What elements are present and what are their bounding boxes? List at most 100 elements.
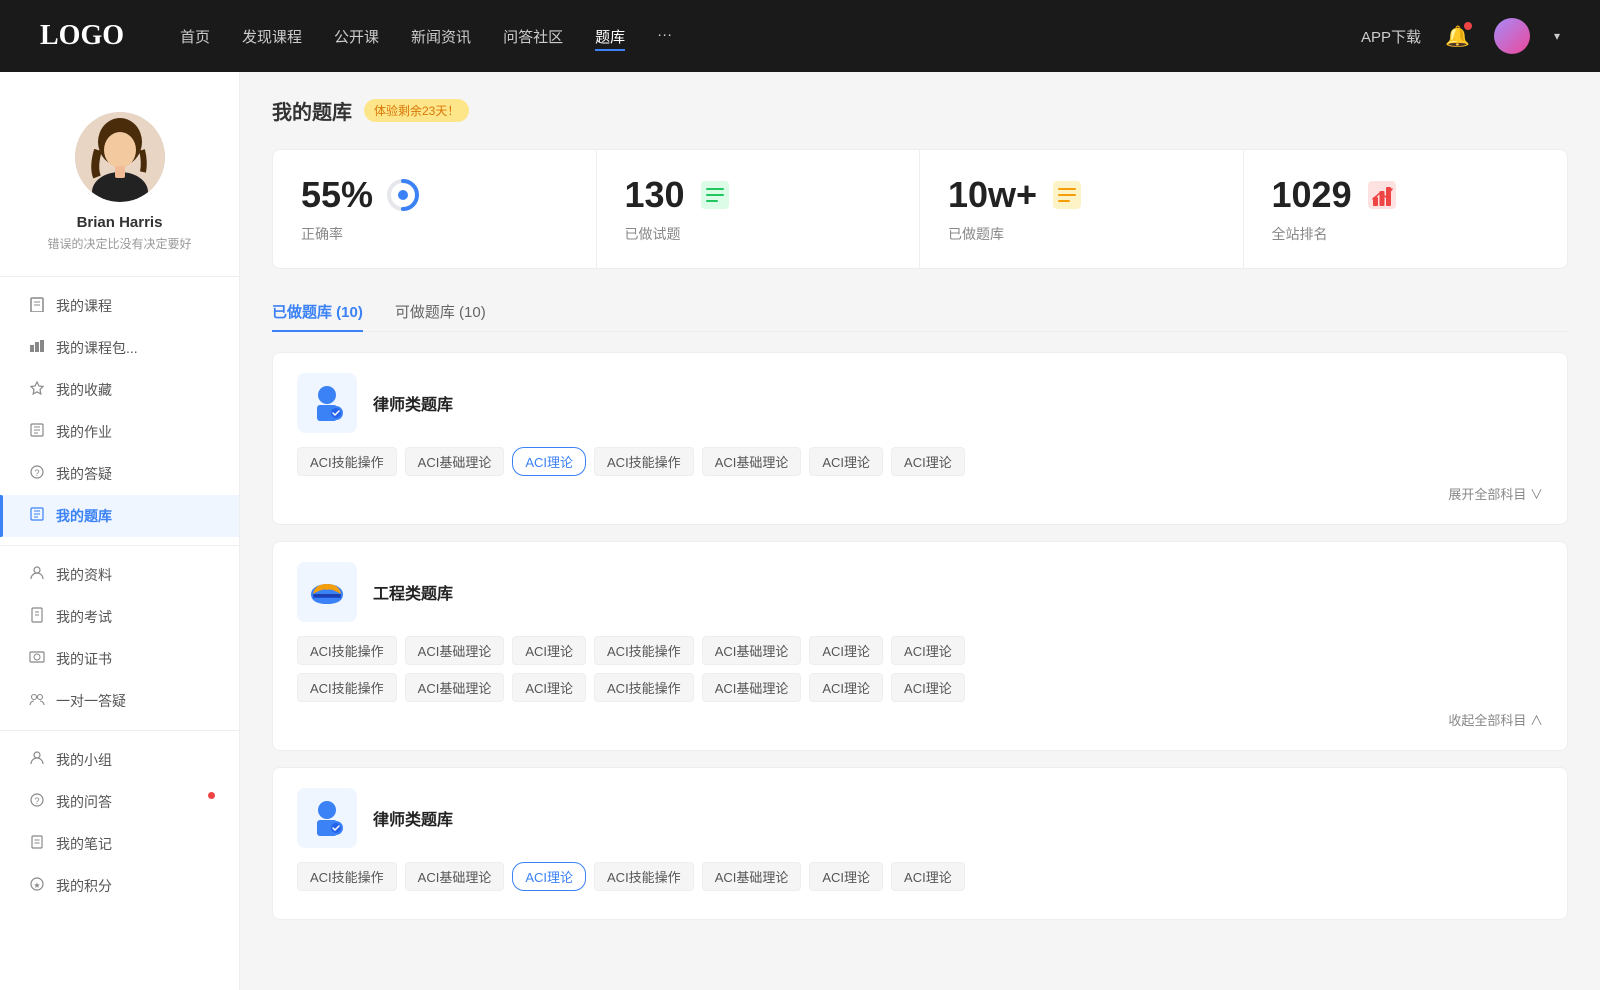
nav-open-course[interactable]: 公开课: [334, 22, 379, 51]
ranking-value: 1029: [1272, 174, 1352, 216]
nav-question-bank[interactable]: 题库: [595, 22, 625, 51]
nav-qa[interactable]: 问答社区: [503, 22, 563, 51]
expand-button-1[interactable]: 展开全部科目 ∨: [1448, 487, 1543, 502]
bank-title-2: 工程类题库: [373, 580, 453, 604]
tag-active[interactable]: ACI理论: [512, 862, 586, 891]
sidebar: Brian Harris 错误的决定比没有决定要好 我的课程 我的课程包...: [0, 72, 240, 990]
tag[interactable]: ACI基础理论: [702, 447, 802, 476]
sidebar-item-my-courses[interactable]: 我的课程: [0, 285, 239, 327]
tag-active[interactable]: ACI理论: [512, 447, 586, 476]
done-questions-icon: [697, 177, 733, 213]
bank-tags-1: ACI技能操作 ACI基础理论 ACI理论 ACI技能操作 ACI基础理论 AC…: [297, 447, 1543, 476]
done-questions-label: 已做试题: [625, 224, 892, 244]
page-layout: Brian Harris 错误的决定比没有决定要好 我的课程 我的课程包...: [0, 72, 1600, 990]
tag[interactable]: ACI技能操作: [297, 447, 397, 476]
nav-discover[interactable]: 发现课程: [242, 22, 302, 51]
favorites-icon: [28, 380, 46, 400]
tabs: 已做题库 (10) 可做题库 (10): [272, 293, 1568, 332]
done-banks-icon: [1049, 177, 1085, 213]
sidebar-item-my-group[interactable]: 我的小组: [0, 739, 239, 781]
done-banks-label: 已做题库: [948, 224, 1215, 244]
nav-news[interactable]: 新闻资讯: [411, 22, 471, 51]
stat-accuracy: 55% 正确率: [273, 150, 597, 268]
bank-icon-lawyer-1: [297, 373, 357, 433]
sidebar-item-my-info[interactable]: 我的资料: [0, 554, 239, 596]
accuracy-icon: [385, 177, 421, 213]
notification-bell[interactable]: 🔔: [1445, 24, 1470, 49]
tag[interactable]: ACI基础理论: [405, 636, 505, 665]
sidebar-item-my-exam[interactable]: 我的考试: [0, 596, 239, 638]
sidebar-label: 我的资料: [56, 565, 112, 585]
tag[interactable]: ACI基础理论: [702, 673, 802, 702]
tag[interactable]: ACI技能操作: [594, 673, 694, 702]
sidebar-item-my-questions[interactable]: ? 我的问答: [0, 781, 239, 823]
sidebar-item-favorites[interactable]: 我的收藏: [0, 369, 239, 411]
done-banks-value: 10w+: [948, 174, 1037, 216]
sidebar-item-my-notes[interactable]: 我的笔记: [0, 823, 239, 865]
user-dropdown-arrow[interactable]: ▾: [1554, 29, 1560, 43]
tag[interactable]: ACI理论: [809, 862, 883, 891]
tag[interactable]: ACI技能操作: [594, 862, 694, 891]
points-icon: ★: [28, 876, 46, 896]
notification-dot: [1464, 22, 1472, 30]
stat-ranking: 1029 全站排名: [1244, 150, 1568, 268]
tag[interactable]: ACI理论: [512, 636, 586, 665]
tag[interactable]: ACI基础理论: [702, 636, 802, 665]
tag[interactable]: ACI理论: [891, 862, 965, 891]
tag[interactable]: ACI理论: [891, 636, 965, 665]
collapse-button-2[interactable]: 收起全部科目 ∧: [1448, 713, 1543, 728]
bank-card-3: 律师类题库 ACI技能操作 ACI基础理论 ACI理论 ACI技能操作 ACI基…: [272, 767, 1568, 920]
tag[interactable]: ACI技能操作: [594, 447, 694, 476]
sidebar-item-certificate[interactable]: 我的证书: [0, 638, 239, 680]
sidebar-item-my-points[interactable]: ★ 我的积分: [0, 865, 239, 907]
sidebar-item-my-qa[interactable]: ? 我的答疑: [0, 453, 239, 495]
sidebar-item-homework[interactable]: 我的作业: [0, 411, 239, 453]
nav-home[interactable]: 首页: [180, 22, 210, 51]
certificate-icon: [28, 649, 46, 669]
bank-title-3: 律师类题库: [373, 806, 453, 830]
user-avatar[interactable]: [1494, 18, 1530, 54]
sidebar-item-question-bank[interactable]: 我的题库: [0, 495, 239, 537]
svg-text:★: ★: [33, 881, 40, 890]
tag[interactable]: ACI理论: [809, 447, 883, 476]
sidebar-label: 我的答疑: [56, 464, 112, 484]
one-on-one-icon: [28, 691, 46, 711]
tag[interactable]: ACI基础理论: [702, 862, 802, 891]
sidebar-menu: 我的课程 我的课程包... 我的收藏 我的作业: [0, 285, 239, 907]
bank-title-1: 律师类题库: [373, 391, 453, 415]
bank-footer-2: 收起全部科目 ∧: [297, 710, 1543, 730]
exam-icon: [28, 607, 46, 627]
profile-name: Brian Harris: [77, 214, 163, 231]
tag[interactable]: ACI技能操作: [594, 636, 694, 665]
sidebar-item-one-on-one[interactable]: 一对一答疑: [0, 680, 239, 722]
tab-available-banks[interactable]: 可做题库 (10): [395, 293, 486, 332]
tag[interactable]: ACI技能操作: [297, 862, 397, 891]
app-download-button[interactable]: APP下载: [1361, 26, 1421, 47]
sidebar-item-course-package[interactable]: 我的课程包...: [0, 327, 239, 369]
unread-dot: [208, 792, 215, 799]
tag[interactable]: ACI基础理论: [405, 447, 505, 476]
tag[interactable]: ACI技能操作: [297, 636, 397, 665]
tag[interactable]: ACI基础理论: [405, 862, 505, 891]
svg-text:?: ?: [34, 796, 39, 806]
sidebar-label: 一对一答疑: [56, 691, 126, 711]
nav-more[interactable]: ···: [657, 22, 672, 51]
sidebar-label: 我的作业: [56, 422, 112, 442]
bank-footer-1: 展开全部科目 ∨: [297, 484, 1543, 504]
accuracy-label: 正确率: [301, 224, 568, 244]
tag[interactable]: ACI技能操作: [297, 673, 397, 702]
tag[interactable]: ACI理论: [891, 673, 965, 702]
accuracy-value: 55%: [301, 174, 373, 216]
tab-done-banks[interactable]: 已做题库 (10): [272, 293, 363, 332]
tag[interactable]: ACI基础理论: [405, 673, 505, 702]
bank-tags-2-row2: ACI技能操作 ACI基础理论 ACI理论 ACI技能操作 ACI基础理论 AC…: [297, 673, 1543, 702]
course-package-icon: [28, 338, 46, 358]
tag[interactable]: ACI理论: [809, 673, 883, 702]
profile-motto: 错误的决定比没有决定要好: [47, 235, 191, 252]
sidebar-label: 我的证书: [56, 649, 112, 669]
tag[interactable]: ACI理论: [891, 447, 965, 476]
bank-card-2: 工程类题库 ACI技能操作 ACI基础理论 ACI理论 ACI技能操作 ACI基…: [272, 541, 1568, 751]
tag[interactable]: ACI理论: [512, 673, 586, 702]
tag[interactable]: ACI理论: [809, 636, 883, 665]
main-content: 我的题库 体验剩余23天！ 55% 正确率: [240, 72, 1600, 990]
